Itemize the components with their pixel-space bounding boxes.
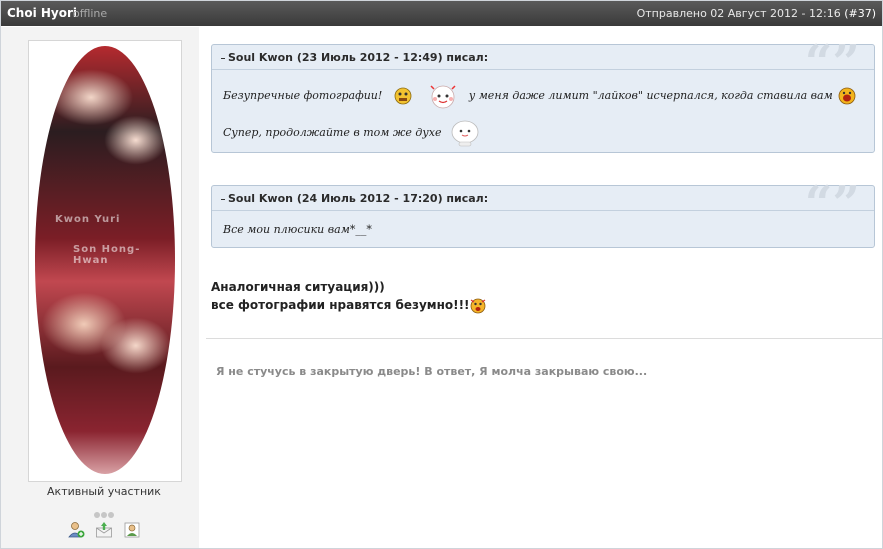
quote-author: Soul Kwon (23 Июль 2012 - 12:49) писал: xyxy=(228,51,489,64)
emoticon-icon xyxy=(425,82,461,110)
emoticon-icon xyxy=(838,87,856,105)
quote-header: Soul Kwon (23 Июль 2012 - 12:49) писал: … xyxy=(212,39,874,87)
post-date: Отправлено 02 Август 2012 - 12:16 (#37) xyxy=(637,7,876,20)
reply-line: Аналогичная ситуация))) xyxy=(211,280,385,294)
author-sidebar: Kwon Yuri Son Hong-Hwan Активный участни… xyxy=(1,27,199,548)
avatar: Kwon Yuri Son Hong-Hwan xyxy=(28,40,182,482)
emoticon-icon xyxy=(470,297,486,315)
online-status: offline xyxy=(73,7,108,20)
reply-line-text: все фотографии нравятся безумно!!! xyxy=(211,298,470,312)
reply-text: Аналогичная ситуация))) все фотографии н… xyxy=(211,278,486,315)
view-profile-icon[interactable] xyxy=(123,521,141,539)
quote-header: Soul Kwon (24 Июль 2012 - 17:20) писал: … xyxy=(212,180,874,228)
avatar-caption-1: Kwon Yuri xyxy=(55,214,121,225)
quote-text: у меня даже лимит "лайков" исчерпался, к… xyxy=(468,89,833,102)
rank-pip xyxy=(108,512,114,518)
quote-text: Безупречные фотографии! xyxy=(223,89,383,102)
quote-block: Soul Kwon (23 Июль 2012 - 12:49) писал: … xyxy=(211,39,875,153)
reply-line: все фотографии нравятся безумно!!! xyxy=(211,296,486,315)
rank-pip xyxy=(101,512,107,518)
post-number-link[interactable]: (#37) xyxy=(844,7,876,20)
user-actions xyxy=(67,521,147,539)
emoticon-icon xyxy=(394,87,412,105)
quote-line: Супер, продолжайте в том же духе xyxy=(223,118,482,148)
quote-body: Все мои плюсики вам*__* xyxy=(212,211,874,247)
send-message-icon[interactable] xyxy=(95,521,113,539)
rank-pip xyxy=(94,512,100,518)
forum-post: Choi Hyori offline Отправлено 02 Август … xyxy=(0,0,883,549)
avatar-caption-2: Son Hong-Hwan xyxy=(73,244,141,266)
quote-body: Безупречные фотографии! у меня даже лими… xyxy=(212,70,874,152)
user-signature: Я не стучусь в закрытую дверь! В ответ, … xyxy=(216,365,648,378)
emoticon-icon xyxy=(448,118,482,148)
avatar-image: Kwon Yuri Son Hong-Hwan xyxy=(35,46,175,474)
signature-divider xyxy=(206,338,882,339)
member-rank: Активный участник xyxy=(47,485,161,498)
post-date-text: Отправлено 02 Август 2012 - 12:16 xyxy=(636,7,841,20)
quote-line: Безупречные фотографии! у меня даже лими… xyxy=(223,82,856,110)
quote-author: Soul Kwon (24 Июль 2012 - 17:20) писал: xyxy=(228,192,489,205)
author-name-link[interactable]: Choi Hyori xyxy=(7,6,77,20)
rank-pips xyxy=(94,503,116,518)
quote-text: Супер, продолжайте в том же духе xyxy=(223,126,442,139)
post-content: Soul Kwon (23 Июль 2012 - 12:49) писал: … xyxy=(201,27,882,548)
quote-text: Все мои плюсики вам*__* xyxy=(223,223,372,236)
post-header: Choi Hyori offline Отправлено 02 Август … xyxy=(1,1,882,26)
quote-block: Soul Kwon (24 Июль 2012 - 17:20) писал: … xyxy=(211,180,875,248)
quote-line: Все мои плюсики вам*__* xyxy=(223,223,372,236)
add-friend-icon[interactable] xyxy=(67,521,85,539)
